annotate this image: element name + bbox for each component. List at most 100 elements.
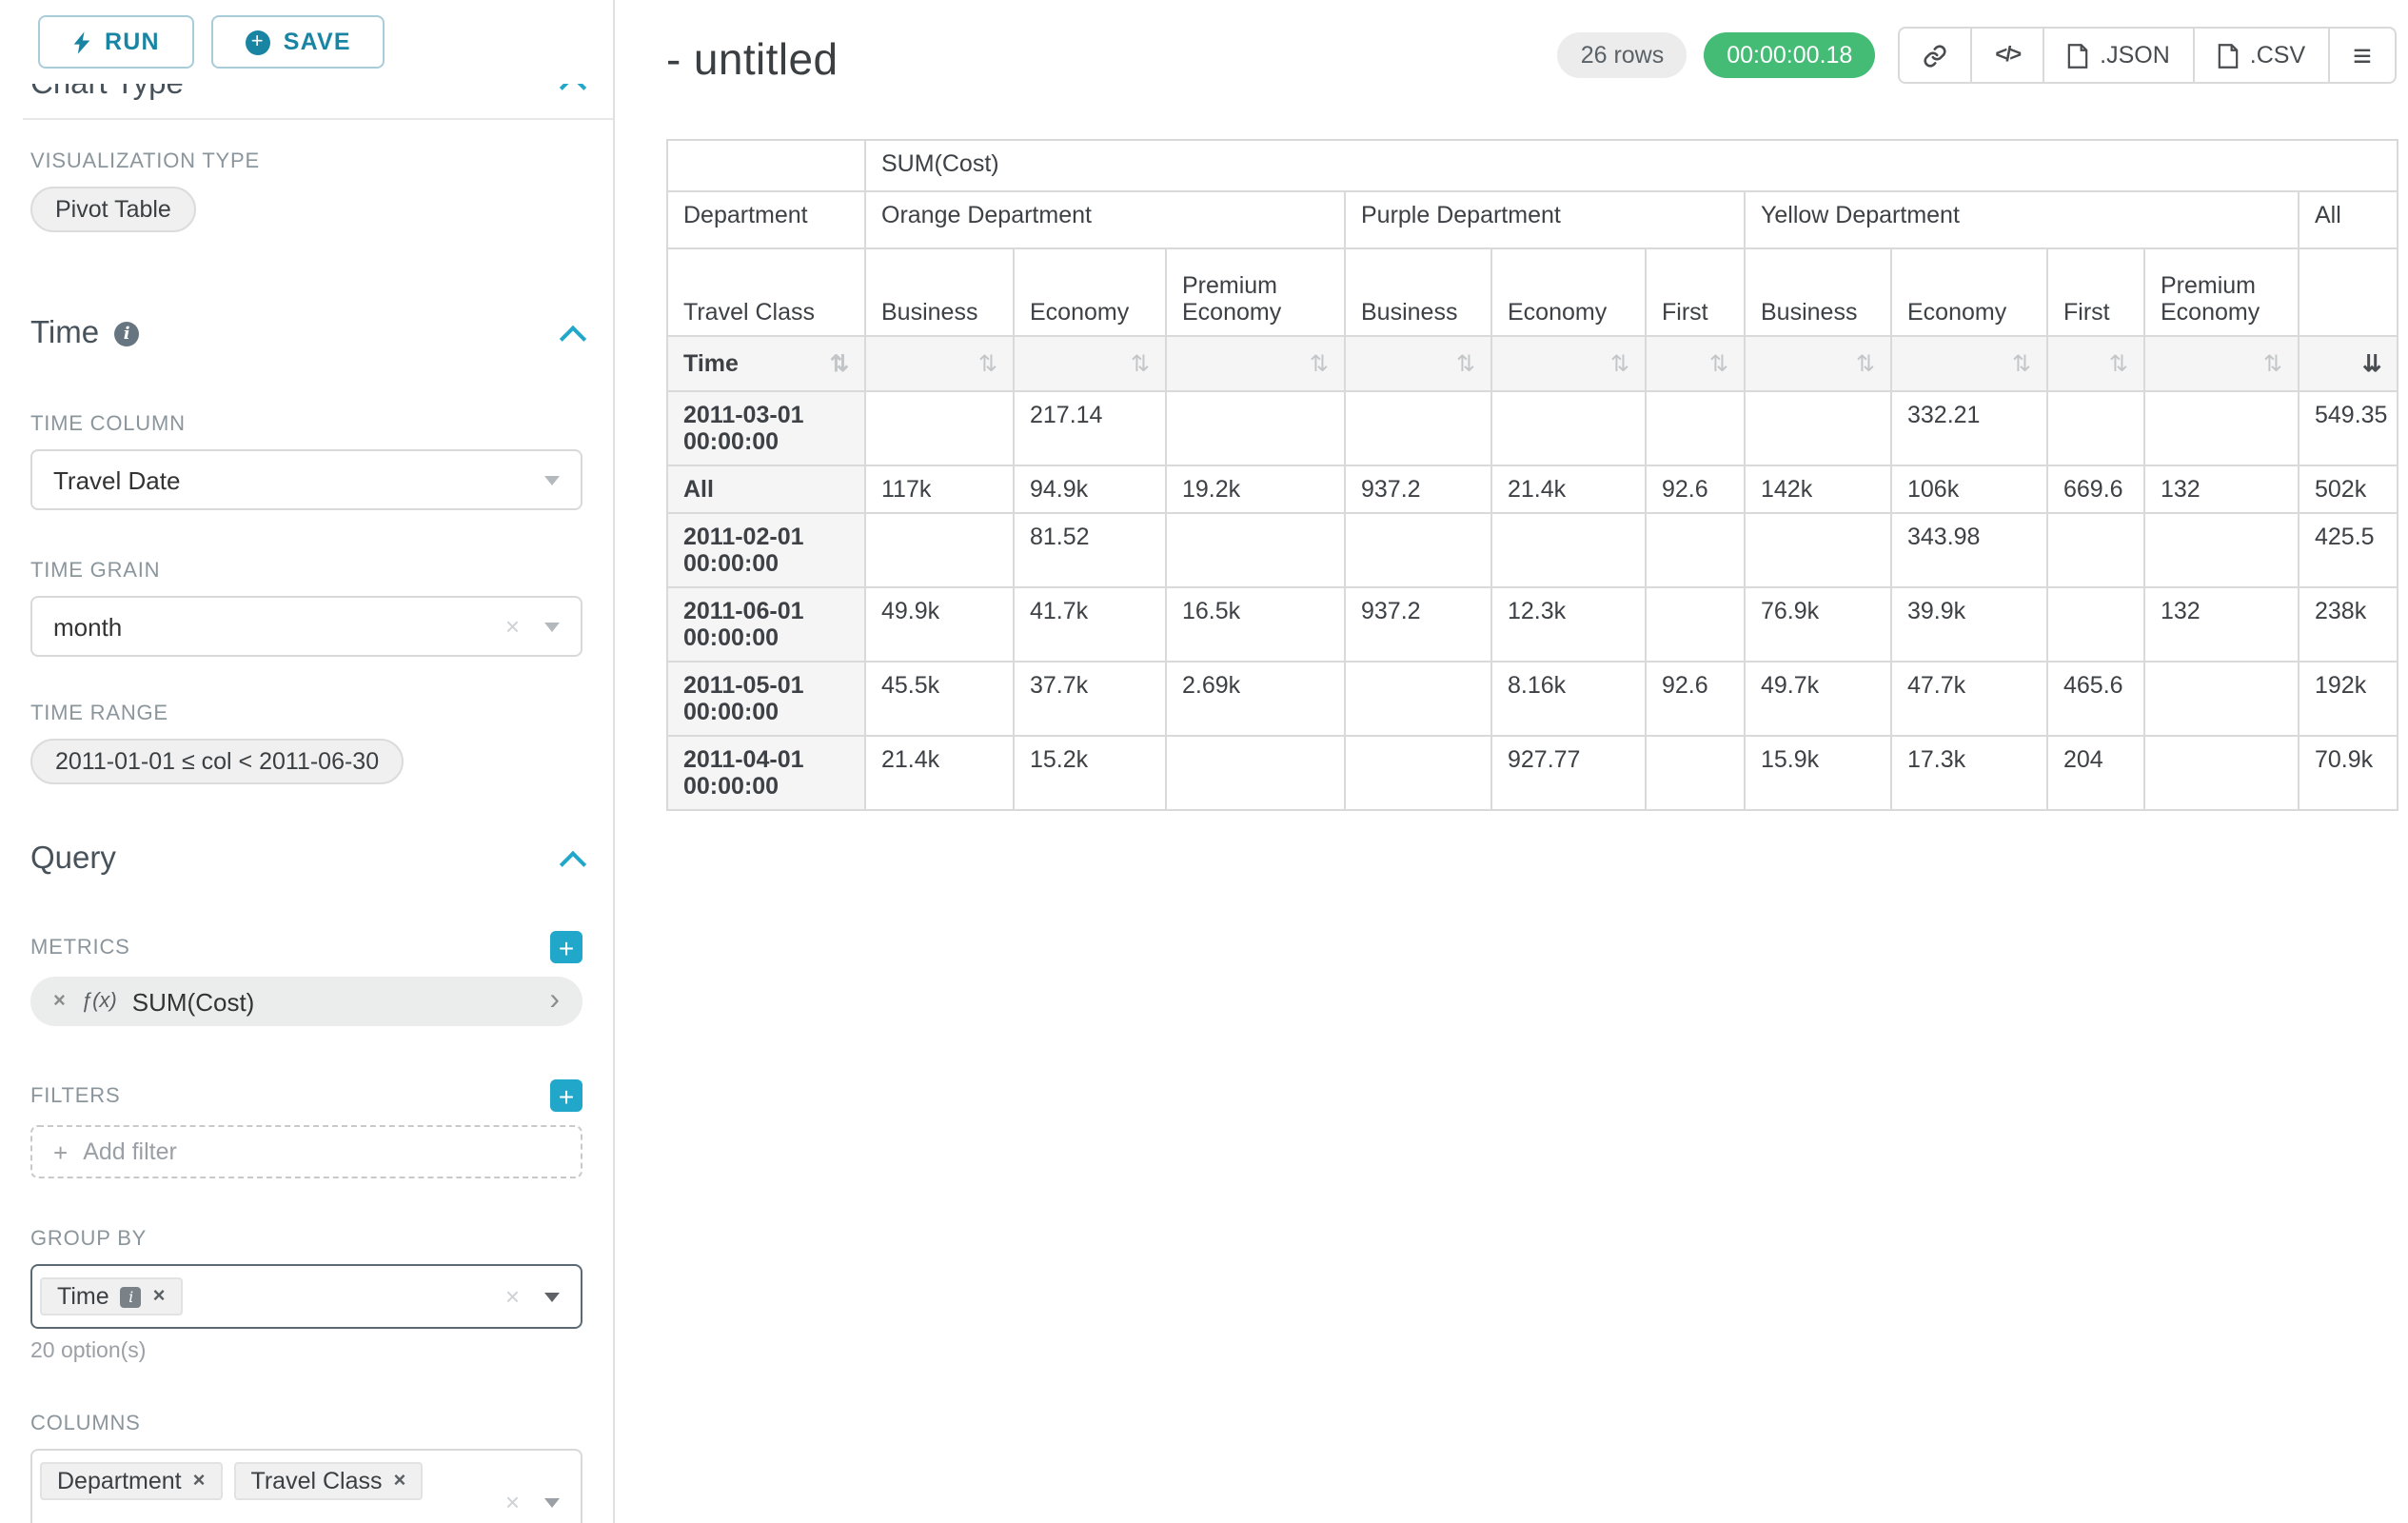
query-save-bar: RUN + SAVE: [0, 0, 613, 84]
time-grain-label: TIME GRAIN: [30, 560, 582, 583]
pivot-cell: 21.4k: [865, 736, 1014, 810]
group-by-label: GROUP BY: [30, 1228, 582, 1251]
pivot-cell: 15.2k: [1014, 736, 1166, 810]
pivot-cell: 937.2: [1345, 587, 1491, 662]
controls-scroll[interactable]: Chart Type VISUALIZATION TYPE Pivot Tabl…: [0, 84, 613, 1523]
group-header: Purple Department: [1345, 191, 1745, 248]
embed-code-button[interactable]: </>: [1970, 27, 2044, 84]
pivot-table: SUM(Cost) Department Orange Department P…: [666, 139, 2398, 811]
add-filter-button[interactable]: + Add filter: [30, 1125, 582, 1178]
columns-tag[interactable]: Department ×: [40, 1462, 223, 1500]
export-json-button[interactable]: .JSON: [2043, 27, 2195, 84]
group-by-options-count: 20 option(s): [30, 1340, 582, 1363]
columns-select[interactable]: Department × Travel Class × ×: [30, 1449, 582, 1523]
pivot-table-body: 2011-03-01 00:00:00217.14332.21549.35All…: [667, 391, 2398, 810]
export-csv-button[interactable]: .CSV: [2193, 27, 2330, 84]
fx-icon: ƒ(x): [81, 990, 117, 1013]
class-header: First: [2047, 248, 2144, 336]
clear-icon[interactable]: ×: [505, 1488, 520, 1516]
sort-icon[interactable]: ⇅: [1856, 350, 1875, 377]
sort-cell: ⇅: [865, 336, 1014, 391]
clear-icon[interactable]: ×: [505, 1282, 520, 1311]
pivot-cell: [865, 391, 1014, 465]
add-filter-plus-button[interactable]: +: [550, 1079, 582, 1112]
export-csv-label: .CSV: [2250, 42, 2305, 69]
section-query[interactable]: Query: [30, 841, 582, 878]
time-column-select[interactable]: Travel Date: [30, 449, 582, 510]
save-button[interactable]: + SAVE: [211, 15, 385, 69]
time-heading: Time: [30, 316, 99, 352]
columns-label: COLUMNS: [30, 1413, 582, 1435]
metrics-label: METRICS: [30, 936, 130, 959]
class-header: Business: [1345, 248, 1491, 336]
group-header: Orange Department: [865, 191, 1345, 248]
time-grain-select[interactable]: month ×: [30, 596, 582, 657]
pivot-cell: 21.4k: [1491, 465, 1646, 513]
query-timer-badge: 00:00:00.18: [1704, 32, 1875, 78]
sort-icon[interactable]: ⇅: [2263, 350, 2282, 377]
chevron-up-icon: [560, 325, 586, 351]
code-icon: </>: [1995, 44, 2020, 67]
pivot-cell: 39.9k: [1891, 587, 2047, 662]
sort-icon[interactable]: ⇅: [1709, 350, 1728, 377]
pivot-cell: [1646, 513, 1745, 587]
group-header: All: [2299, 191, 2398, 248]
sort-cell: ⇊: [2299, 336, 2398, 391]
sort-cell: ⇅: [1166, 336, 1345, 391]
travel-class-header-row: Travel Class Business Economy Premium Ec…: [667, 248, 2398, 336]
remove-tag-icon[interactable]: ×: [394, 1470, 406, 1493]
pivot-cell: [2047, 391, 2144, 465]
sort-icon[interactable]: ⇅: [1456, 350, 1475, 377]
time-grain-control: TIME GRAIN month ×: [30, 560, 582, 657]
add-filter-label: Add filter: [83, 1138, 177, 1165]
sort-cell: ⇅: [1345, 336, 1491, 391]
pivot-cell: 8.16k: [1491, 662, 1646, 736]
tag-label: Department: [57, 1468, 182, 1494]
info-icon: i: [114, 322, 139, 346]
time-range-value[interactable]: 2011-01-01 ≤ col < 2011-06-30: [30, 739, 404, 784]
pivot-cell: 70.9k: [2299, 736, 2398, 810]
row-label: 2011-03-01 00:00:00: [667, 391, 865, 465]
remove-metric-icon[interactable]: ×: [53, 990, 66, 1013]
pivot-cell: 927.77: [1491, 736, 1646, 810]
clear-icon[interactable]: ×: [505, 612, 520, 641]
class-header: [2299, 248, 2398, 336]
sort-icon[interactable]: ⇅: [1131, 350, 1150, 377]
pivot-cell: [1345, 662, 1491, 736]
columns-tag[interactable]: Travel Class ×: [234, 1462, 424, 1500]
caret-right-icon[interactable]: ›: [549, 986, 560, 1017]
file-icon: [2218, 43, 2239, 68]
section-time[interactable]: Time i: [30, 316, 582, 352]
group-by-tag[interactable]: Time i ×: [40, 1277, 183, 1315]
pivot-cell: [1745, 391, 1891, 465]
pivot-cell: 332.21: [1891, 391, 2047, 465]
pivot-cell: [1166, 736, 1345, 810]
sort-icon[interactable]: ⇅: [830, 350, 849, 377]
section-chart-type[interactable]: Chart Type: [30, 84, 582, 103]
remove-tag-icon[interactable]: ×: [193, 1470, 206, 1493]
add-metric-button[interactable]: +: [550, 931, 582, 963]
run-button[interactable]: RUN: [38, 15, 194, 69]
metric-pill[interactable]: × ƒ(x) SUM(Cost) ›: [30, 977, 582, 1026]
visualization-type-value[interactable]: Pivot Table: [30, 187, 196, 232]
sort-icon[interactable]: ⇅: [2109, 350, 2128, 377]
pivot-cell: 81.52: [1014, 513, 1166, 587]
caret-down-icon: [544, 1498, 560, 1508]
sort-desc-icon[interactable]: ⇊: [2362, 350, 2381, 377]
table-row: 2011-06-01 00:00:0049.9k41.7k16.5k937.21…: [667, 587, 2398, 662]
share-link-button[interactable]: [1898, 27, 1972, 84]
pivot-cell: 217.14: [1014, 391, 1166, 465]
sort-icon[interactable]: ⇅: [1610, 350, 1629, 377]
pivot-cell: 47.7k: [1891, 662, 2047, 736]
sort-icon[interactable]: ⇅: [2012, 350, 2031, 377]
sort-icon[interactable]: ⇅: [1310, 350, 1329, 377]
pivot-cell: 106k: [1891, 465, 2047, 513]
time-column-control: TIME COLUMN Travel Date: [30, 413, 582, 510]
caret-down-icon: [544, 623, 560, 632]
group-by-select[interactable]: Time i × ×: [30, 1264, 582, 1329]
menu-button[interactable]: ≡: [2328, 27, 2397, 84]
table-row: 2011-05-01 00:00:0045.5k37.7k2.69k8.16k9…: [667, 662, 2398, 736]
remove-tag-icon[interactable]: ×: [153, 1285, 166, 1308]
sort-icon[interactable]: ⇅: [978, 350, 997, 377]
pivot-cell: [1166, 391, 1345, 465]
